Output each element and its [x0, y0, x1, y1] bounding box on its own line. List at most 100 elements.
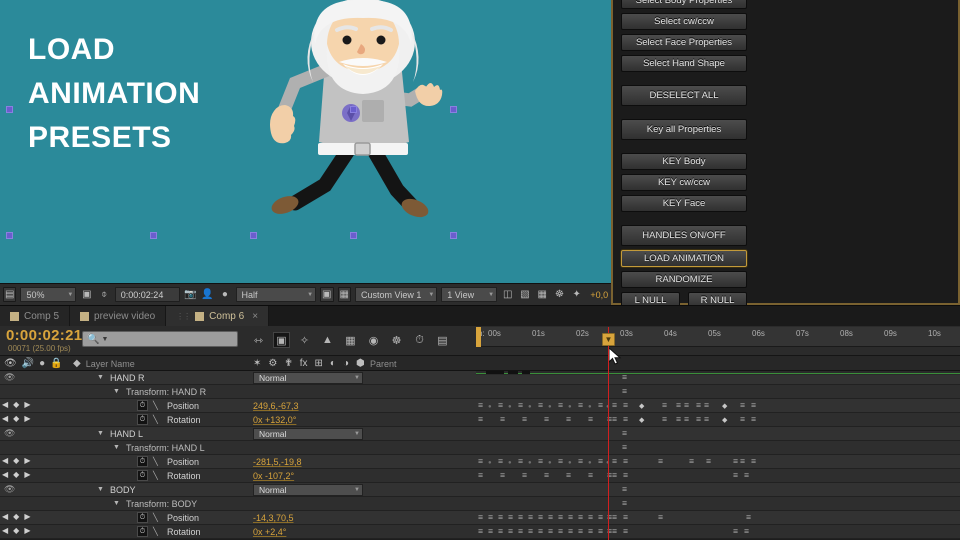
always-preview-icon[interactable]: ▤	[3, 287, 17, 302]
key-body-button[interactable]: KEY Body	[621, 153, 747, 170]
toggle-transparency-icon[interactable]: ▣	[320, 287, 334, 302]
keyframe-track[interactable]: ≡	[476, 427, 960, 440]
stopwatch-icon[interactable]: ⏱	[137, 512, 148, 523]
stopwatch-icon[interactable]: ⏱	[137, 456, 148, 467]
selection-handle[interactable]	[6, 232, 13, 239]
selection-handle[interactable]	[150, 232, 157, 239]
search-input[interactable]: 🔍 ▼	[82, 331, 238, 347]
randomize-button[interactable]: RANDOMIZE	[621, 271, 747, 288]
stopwatch-icon[interactable]: ⏱	[137, 400, 148, 411]
composition-viewer[interactable]: LOAD ANIMATION PRESETS	[0, 0, 611, 283]
draft-3d-icon[interactable]: ☸	[553, 287, 566, 302]
table-row[interactable]: ◀ ◆ ▶ ⏱ ╲ Rotation 0x +2,4° ≡ ≡ ≡ ≡ ≡ ≡ ≡ ≡ ≡ ≡…	[0, 525, 960, 539]
keyframe-nav[interactable]: ◀ ◆ ▶	[2, 456, 42, 465]
property-value[interactable]: -281,5,-19,8	[253, 457, 302, 467]
select-body-properties-button[interactable]: Select Body Properties	[621, 0, 747, 9]
tab-preview-video[interactable]: preview video	[70, 306, 167, 326]
keyframe-marker[interactable]: ≡	[622, 499, 627, 508]
timeline-graph-icon[interactable]: ▤	[434, 332, 451, 348]
view-count-select[interactable]: 1 View ▼	[441, 287, 498, 302]
key-cw-ccw-button[interactable]: KEY cw/ccw	[621, 174, 747, 191]
keyframe-track[interactable]: ≡	[476, 385, 960, 398]
comp-flowchart-icon[interactable]: ▦	[536, 287, 549, 302]
effects-icon[interactable]: fx	[300, 358, 308, 369]
shy-icon[interactable]: ✶	[253, 358, 261, 369]
drag-grip-icon[interactable]: ⋮⋮	[176, 312, 191, 321]
resolution-select[interactable]: Half ▼	[235, 287, 317, 302]
draft-3d-icon[interactable]: ▣	[273, 332, 290, 348]
motion-blur-icon[interactable]: ◐	[330, 358, 336, 369]
twirl-icon[interactable]: ▼	[113, 500, 120, 507]
work-area-bar[interactable]	[476, 371, 960, 375]
keyframe-nav[interactable]: ◀ ◆ ▶	[2, 414, 42, 423]
current-timecode[interactable]: 0:00:02:21	[6, 327, 82, 344]
keyframe-track[interactable]: ≡	[476, 483, 960, 496]
table-row[interactable]: ◀ ◆ ▶ ⏱ ╲ Position -14,3,70,5 ≡ ≡ ≡ ≡ ≡ ≡ ≡ ≡ …	[0, 511, 960, 525]
graph-icon[interactable]: ╲	[153, 415, 158, 424]
region-of-interest-icon[interactable]: ▣	[80, 287, 93, 302]
keyframe-marker[interactable]: ≡	[622, 429, 627, 438]
keyframe-track[interactable]: ≡ ≡ ≡ ≡ ≡ ≡ ≡ ≡ ≡ ≡ ≡ ≡ ≡ ≡ ≡ ≡ ≡ ≡	[476, 525, 960, 538]
keyframe-marker[interactable]: ≡	[622, 443, 627, 452]
eye-icon[interactable]: 👁	[4, 358, 17, 369]
keyframe-nav[interactable]: ◀ ◆ ▶	[2, 512, 42, 521]
property-value[interactable]: 0x +132,0°	[253, 415, 296, 425]
work-area-start-handle[interactable]	[476, 327, 481, 347]
twirl-icon[interactable]: ▼	[113, 444, 120, 451]
three-d-layer-icon[interactable]: ⬢	[356, 358, 365, 369]
graph-icon[interactable]: ╲	[153, 457, 158, 466]
table-row[interactable]: 👁 ▼ HAND L Normal ▼ ≡	[0, 427, 960, 441]
graph-icon[interactable]: ╲	[153, 401, 158, 410]
timeline-marker-icon[interactable]: ◫	[501, 287, 514, 302]
collapse-icon[interactable]: ⚙	[268, 358, 277, 369]
layer-name-header[interactable]: ◆ Layer Name	[73, 356, 135, 371]
eye-icon[interactable]: 👁	[4, 428, 15, 439]
channel-icon[interactable]: ●	[218, 287, 231, 302]
audio-icon[interactable]: 🔊	[22, 358, 34, 369]
key-all-properties-button[interactable]: Key all Properties	[621, 119, 747, 140]
frame-blending-icon[interactable]: ▲	[319, 332, 336, 348]
graph-editor-icon[interactable]: ⏱	[411, 332, 428, 348]
twirl-icon[interactable]: ▼	[97, 486, 104, 493]
stopwatch-icon[interactable]: ⏱	[137, 526, 148, 537]
exposure-offset-value[interactable]: +0,0	[590, 290, 608, 300]
brainstorm-icon[interactable]: ◉	[365, 332, 382, 348]
selection-handle[interactable]	[450, 232, 457, 239]
character-illustration[interactable]	[255, 0, 470, 240]
deselect-all-button[interactable]: DESELECT ALL	[621, 85, 747, 106]
keyframe-track[interactable]: ≡● ≡● ≡● ≡● ≡● ≡● ≡● ≡ ≡ ≡ ≡≡ ≡≡ ≡	[476, 455, 960, 468]
property-value[interactable]: 0x +2,4°	[253, 527, 286, 537]
property-value[interactable]: 0x -107,2°	[253, 471, 294, 481]
tab-comp-6[interactable]: ⋮⋮ Comp 6 ×	[166, 306, 270, 326]
keyframe-track[interactable]: ≡ ≡ ≡ ≡ ≡ ≡ ≡ ≡ ≡ ◆ ≡ ≡ ≡ ≡ ≡ ◆ ≡ ≡	[476, 413, 960, 426]
keyframe-nav[interactable]: ◀ ◆ ▶	[2, 470, 42, 479]
select-hand-shape-button[interactable]: Select Hand Shape	[621, 55, 747, 72]
fast-previews-icon[interactable]: ✦	[570, 287, 583, 302]
load-animation-button[interactable]: LOAD ANIMATION	[621, 250, 747, 267]
keyframe-track[interactable]: ≡ ≡ ≡ ≡ ≡ ≡ ≡ ≡ ≡ ≡ ≡ ≡ ≡ ≡ ≡ ≡ ≡ ≡	[476, 511, 960, 524]
composition-mini-flowchart-icon[interactable]: ⇿	[250, 332, 267, 348]
magnification-select[interactable]: 50% ▼	[20, 287, 77, 302]
property-value[interactable]: 249,6,-67,3	[253, 401, 299, 411]
selection-handle[interactable]	[350, 106, 357, 113]
selection-handle[interactable]	[450, 106, 457, 113]
keyframe-track[interactable]: ≡ ≡ ≡ ≡ ≡ ≡ ≡ ≡ ≡ ≡ ≡	[476, 469, 960, 482]
keyframe-marker[interactable]: ≡	[622, 485, 627, 494]
render-queue-icon[interactable]: ▧	[518, 287, 531, 302]
toggle-alpha-grid-icon[interactable]: ▦	[337, 287, 351, 302]
selection-handle[interactable]	[250, 232, 257, 239]
blend-mode-select[interactable]: Normal ▼	[253, 484, 363, 496]
property-value[interactable]: -14,3,70,5	[253, 513, 294, 523]
stopwatch-icon[interactable]: ⏱	[137, 414, 148, 425]
lock-icon[interactable]: 🔒	[50, 358, 62, 369]
snapshot-icon[interactable]: 📷	[184, 287, 197, 302]
show-snapshot-icon[interactable]: 👤	[201, 287, 214, 302]
graph-icon[interactable]: ╲	[153, 513, 158, 522]
table-row[interactable]: ◀ ◆ ▶ ⏱ ╲ Position -281,5,-19,8 ≡ ● ≡ ● ≡ ● ≡…	[0, 455, 960, 469]
frame-blend-icon[interactable]: ⊞	[315, 358, 323, 369]
auto-keyframe-icon[interactable]: ☸	[388, 332, 405, 348]
table-row[interactable]: ◀ ◆ ▶ ⏱ ╲ Position 249,6,-67,3 ≡ ● ≡ ● ≡ ● ≡ ●…	[0, 399, 960, 413]
keyframe-track[interactable]: ≡	[476, 497, 960, 510]
keyframe-marker[interactable]: ≡	[622, 387, 627, 396]
twirl-icon[interactable]: ▼	[97, 430, 104, 437]
